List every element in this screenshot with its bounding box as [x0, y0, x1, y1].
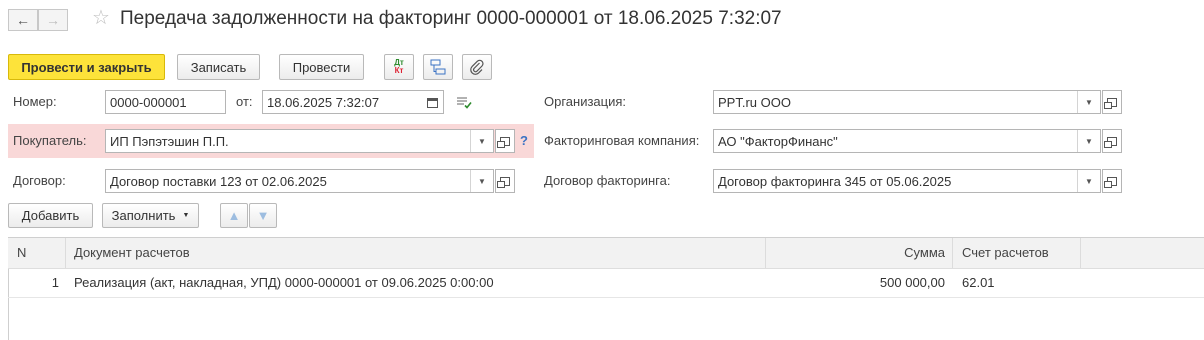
- factoring-contract-value: Договор факторинга 345 от 05.06.2025: [718, 173, 952, 189]
- dt-kt-report-button[interactable]: Дт Кт: [384, 54, 414, 80]
- row-document: Реализация (акт, накладная, УПД) 0000-00…: [74, 275, 494, 290]
- table-header: N Документ расчетов Сумма Счет расчетов: [8, 237, 1204, 269]
- contract-field[interactable]: Договор поставки 123 от 02.06.2025 ▼: [105, 169, 494, 193]
- chevron-down-icon[interactable]: ▼: [1077, 130, 1100, 152]
- date-label: от:: [236, 94, 253, 109]
- date-field[interactable]: 18.06.2025 7:32:07: [262, 90, 444, 114]
- open-icon: [1104, 176, 1117, 188]
- buyer-label: Покупатель:: [13, 133, 87, 148]
- add-row-button[interactable]: Добавить: [8, 203, 93, 228]
- row-sum: 500 000,00: [879, 275, 945, 290]
- factoring-company-value: АО "ФакторФинанс": [718, 133, 838, 149]
- buyer-field[interactable]: ИП Пэпэтэшин П.П. ▼: [105, 129, 494, 153]
- back-arrow-icon: ←: [16, 12, 30, 28]
- calendar-icon[interactable]: [421, 91, 443, 113]
- chevron-down-icon[interactable]: ▼: [470, 170, 493, 192]
- row-number: 1: [51, 275, 59, 290]
- post-button[interactable]: Провести: [279, 54, 364, 80]
- factoring-company-label: Факторинговая компания:: [544, 133, 700, 148]
- open-icon: [1104, 136, 1117, 148]
- arrow-down-icon: ▼: [256, 208, 270, 223]
- move-up-button[interactable]: ▲: [220, 203, 248, 228]
- save-button[interactable]: Записать: [177, 54, 260, 80]
- forward-arrow-icon: →: [46, 12, 60, 28]
- number-value: 0000-000001: [110, 94, 187, 110]
- chevron-down-icon[interactable]: ▼: [470, 130, 493, 152]
- contract-label: Договор:: [13, 173, 66, 188]
- date-value: 18.06.2025 7:32:07: [267, 94, 380, 110]
- organization-value: PPT.ru ООО: [718, 94, 791, 110]
- page-title: Передача задолженности на факторинг 0000…: [120, 8, 782, 29]
- fill-button-label: Заполнить: [111, 208, 176, 223]
- fill-button[interactable]: Заполнить ▼: [102, 203, 199, 228]
- table-row[interactable]: 1 Реализация (акт, накладная, УПД) 0000-…: [8, 269, 1204, 298]
- column-header-sum[interactable]: Сумма: [774, 238, 945, 268]
- organization-label: Организация:: [544, 94, 627, 109]
- factoring-company-field[interactable]: АО "ФакторФинанс" ▼: [713, 129, 1101, 153]
- back-button[interactable]: ←: [8, 9, 38, 31]
- forward-button[interactable]: →: [38, 9, 68, 31]
- arrow-up-icon: ▲: [227, 208, 241, 223]
- structure-icon: [430, 59, 446, 75]
- open-icon: [497, 136, 510, 148]
- chevron-down-icon: ▼: [182, 212, 190, 219]
- open-factoring-contract-button[interactable]: [1102, 169, 1122, 193]
- attach-files-button[interactable]: [462, 54, 492, 80]
- open-organization-button[interactable]: [1102, 90, 1122, 114]
- number-field[interactable]: 0000-000001: [105, 90, 226, 114]
- chevron-down-icon[interactable]: ▼: [1077, 91, 1100, 113]
- open-contract-button[interactable]: [495, 169, 515, 193]
- number-label: Номер:: [13, 94, 57, 109]
- contract-value: Договор поставки 123 от 02.06.2025: [110, 173, 327, 189]
- column-header-document[interactable]: Документ расчетов: [74, 238, 190, 268]
- chevron-down-icon[interactable]: ▼: [1077, 170, 1100, 192]
- open-factoring-company-button[interactable]: [1102, 129, 1122, 153]
- open-buyer-button[interactable]: [495, 129, 515, 153]
- move-down-button[interactable]: ▼: [249, 203, 277, 228]
- row-account: 62.01: [962, 275, 995, 290]
- open-icon: [497, 176, 510, 188]
- paperclip-icon: [470, 59, 484, 75]
- post-status-icon: [456, 96, 472, 112]
- organization-field[interactable]: PPT.ru ООО ▼: [713, 90, 1101, 114]
- column-header-n[interactable]: N: [17, 238, 26, 268]
- factoring-contract-field[interactable]: Договор факторинга 345 от 05.06.2025 ▼: [713, 169, 1101, 193]
- buyer-value: ИП Пэпэтэшин П.П.: [110, 133, 229, 149]
- column-header-account[interactable]: Счет расчетов: [962, 238, 1049, 268]
- dt-kt-icon: Дт Кт: [394, 58, 404, 75]
- factoring-contract-label: Договор факторинга:: [544, 173, 671, 188]
- structure-button[interactable]: [423, 54, 453, 80]
- open-icon: [1104, 97, 1117, 109]
- help-icon[interactable]: ?: [520, 133, 528, 148]
- post-and-close-button[interactable]: Провести и закрыть: [8, 54, 165, 80]
- favorite-star-icon[interactable]: ☆: [92, 5, 110, 30]
